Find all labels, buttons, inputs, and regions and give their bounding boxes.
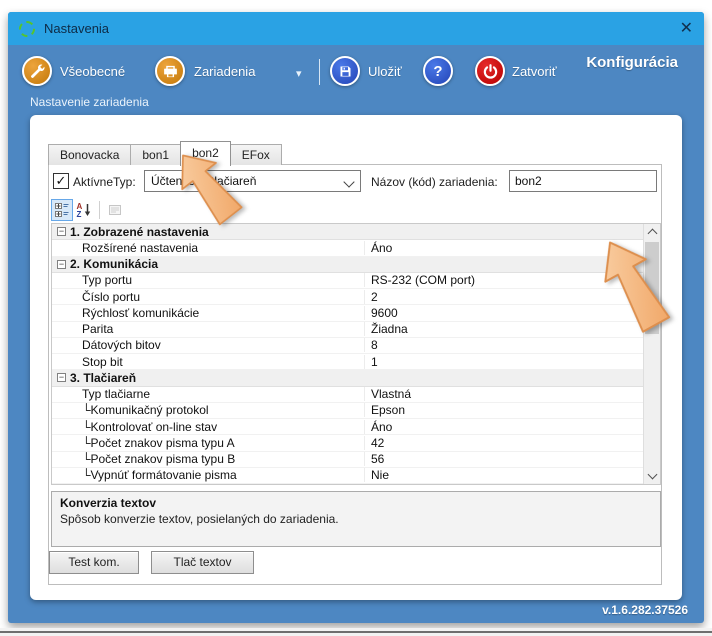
tab-Bonovacka[interactable]: Bonovacka	[48, 144, 132, 165]
print-texts-button[interactable]: Tlač textov	[151, 551, 254, 574]
property-row[interactable]: −1. Zobrazené nastavenia	[52, 224, 643, 241]
property-name: └Počet znakov pisma typu B	[82, 452, 236, 467]
collapse-icon[interactable]: −	[57, 259, 66, 269]
property-value[interactable]: Áno	[364, 419, 643, 434]
property-name: └Počet znakov pisma typu A	[82, 435, 235, 450]
category-label: 2. Komunikácia	[70, 257, 159, 272]
printer-icon	[155, 56, 185, 86]
property-row[interactable]: └Počet znakov pisma typu A 42	[52, 435, 643, 452]
property-pages-button	[104, 199, 126, 221]
property-name: Číslo portu	[82, 289, 141, 304]
device-name-input[interactable]	[509, 170, 657, 192]
property-name: Stop bit	[82, 354, 123, 369]
close-app-label[interactable]: Zatvoriť	[512, 64, 557, 79]
property-help-panel: Konverzia textov Spôsob konverzie textov…	[51, 491, 661, 547]
property-value[interactable]: 2	[364, 289, 643, 304]
general-button[interactable]	[22, 56, 52, 86]
scroll-up-icon[interactable]	[644, 224, 660, 240]
property-value[interactable]: 9600	[364, 305, 643, 320]
property-row[interactable]: └Komunikačný protokol Epson	[52, 403, 643, 419]
property-row[interactable]: Dátových bitov 8	[52, 338, 643, 354]
collapse-icon[interactable]: −	[57, 373, 66, 383]
property-row[interactable]: Číslo portu 2	[52, 289, 643, 306]
titlebar: Nastavenia ✕	[8, 12, 704, 45]
property-row[interactable]: Rýchlosť komunikácie 9600	[52, 305, 643, 322]
combo-dropdown-icon	[343, 176, 355, 188]
wrench-icon	[22, 56, 52, 86]
property-name: Rýchlosť komunikácie	[82, 305, 200, 320]
close-app-button[interactable]	[475, 56, 505, 86]
property-value[interactable]: 42	[364, 435, 643, 450]
property-name: Parita	[82, 322, 114, 337]
property-row[interactable]: Typ tlačiarne Vlastná	[52, 387, 643, 403]
collapse-icon[interactable]: −	[57, 227, 66, 237]
type-label: Typ:	[113, 175, 136, 189]
power-icon	[475, 56, 505, 86]
property-name: Dátových bitov	[82, 338, 161, 353]
property-name: Typ portu	[82, 273, 133, 288]
window-title: Nastavenia	[44, 21, 110, 36]
property-value[interactable]: Nie	[364, 468, 643, 483]
toolbar-separator	[319, 59, 320, 85]
property-row[interactable]: −3. Tlačiareň	[52, 370, 643, 387]
save-label[interactable]: Uložiť	[368, 64, 402, 79]
property-row[interactable]: Parita Žiadna	[52, 322, 643, 338]
property-value[interactable]: 56	[364, 452, 643, 467]
screen-edge-line	[0, 631, 712, 633]
property-value[interactable]: Žiadna	[364, 322, 643, 337]
property-name: Rozšírené nastavenia	[82, 240, 199, 255]
settings-window: Nastavenia ✕ Všeobecné Zariadenia ▾ Ulož…	[8, 12, 704, 623]
pg-toolbar-separator	[99, 200, 100, 219]
property-row[interactable]: └Vypnúť formátovanie pisma Nie	[52, 468, 643, 484]
property-row[interactable]: Typ portu RS-232 (COM port)	[52, 273, 643, 289]
property-grid-toolbar: AZ	[51, 197, 126, 222]
property-value[interactable]: 1	[364, 354, 643, 369]
help-text: Spôsob konverzie textov, posielaných do …	[60, 512, 339, 526]
screen-edge	[0, 628, 712, 636]
alphabetical-sort-button[interactable]: AZ	[73, 199, 95, 221]
property-grid-rows: −1. Zobrazené nastavenia Rozšírené nastav…	[52, 224, 643, 484]
device-settings-subheading: Nastavenie zariadenia	[30, 95, 149, 109]
devices-button[interactable]	[155, 56, 185, 86]
svg-text:Z: Z	[77, 210, 82, 218]
property-row[interactable]: −2. Komunikácia	[52, 256, 643, 273]
property-grid: −1. Zobrazené nastavenia Rozšírené nastav…	[51, 223, 661, 485]
active-label: Aktívne	[73, 175, 114, 189]
property-row[interactable]: Rozšírené nastavenia Áno	[52, 240, 643, 257]
save-button[interactable]	[330, 56, 360, 86]
property-row[interactable]: └Počet znakov pisma typu B 56	[52, 452, 643, 468]
config-heading: Konfigurácia	[586, 54, 678, 71]
test-communication-button[interactable]: Test kom.	[49, 551, 139, 574]
active-checkbox[interactable]: ✓	[53, 173, 69, 189]
property-name: └Vypnúť formátovanie pisma	[82, 468, 237, 483]
close-icon[interactable]: ✕	[680, 20, 693, 37]
scroll-down-icon[interactable]	[644, 468, 660, 484]
version-label: v.1.6.282.37526	[602, 603, 688, 617]
help-icon: ?	[423, 56, 453, 86]
property-name: └Kontrolovať on-line stav	[82, 419, 218, 434]
devices-dropdown-icon[interactable]: ▾	[296, 67, 302, 80]
devices-label[interactable]: Zariadenia	[194, 64, 255, 79]
category-label: 3. Tlačiareň	[70, 370, 137, 385]
property-value[interactable]: Vlastná	[364, 387, 643, 402]
categorized-button[interactable]	[51, 198, 73, 221]
tab-page-bon2: ✓ Aktívne Typ: Účtenková tlačiareň Názov…	[48, 164, 662, 585]
app-icon	[19, 20, 35, 37]
general-label[interactable]: Všeobecné	[60, 64, 125, 79]
help-title: Konverzia textov	[60, 496, 157, 510]
content-panel: Bonovacka bon1 bon2 EFox ✓ Aktívne Typ: Účt…	[30, 115, 682, 600]
check-icon: ✓	[55, 173, 67, 188]
property-row[interactable]: └Kontrolovať on-line stav Áno	[52, 419, 643, 436]
property-row[interactable]: Stop bit 1	[52, 354, 643, 371]
tab-EFox[interactable]: EFox	[229, 144, 282, 165]
device-name-label: Názov (kód) zariadenia:	[371, 175, 498, 189]
property-value[interactable]: 8	[364, 338, 643, 353]
tab-strip: Bonovacka bon1 bon2 EFox	[48, 141, 282, 166]
floppy-icon	[330, 56, 360, 86]
help-button[interactable]: ?	[423, 56, 453, 86]
property-name: └Komunikačný protokol	[82, 403, 209, 418]
property-name: Typ tlačiarne	[82, 387, 151, 402]
property-value[interactable]: Epson	[364, 403, 643, 418]
category-label: 1. Zobrazené nastavenia	[70, 224, 209, 239]
